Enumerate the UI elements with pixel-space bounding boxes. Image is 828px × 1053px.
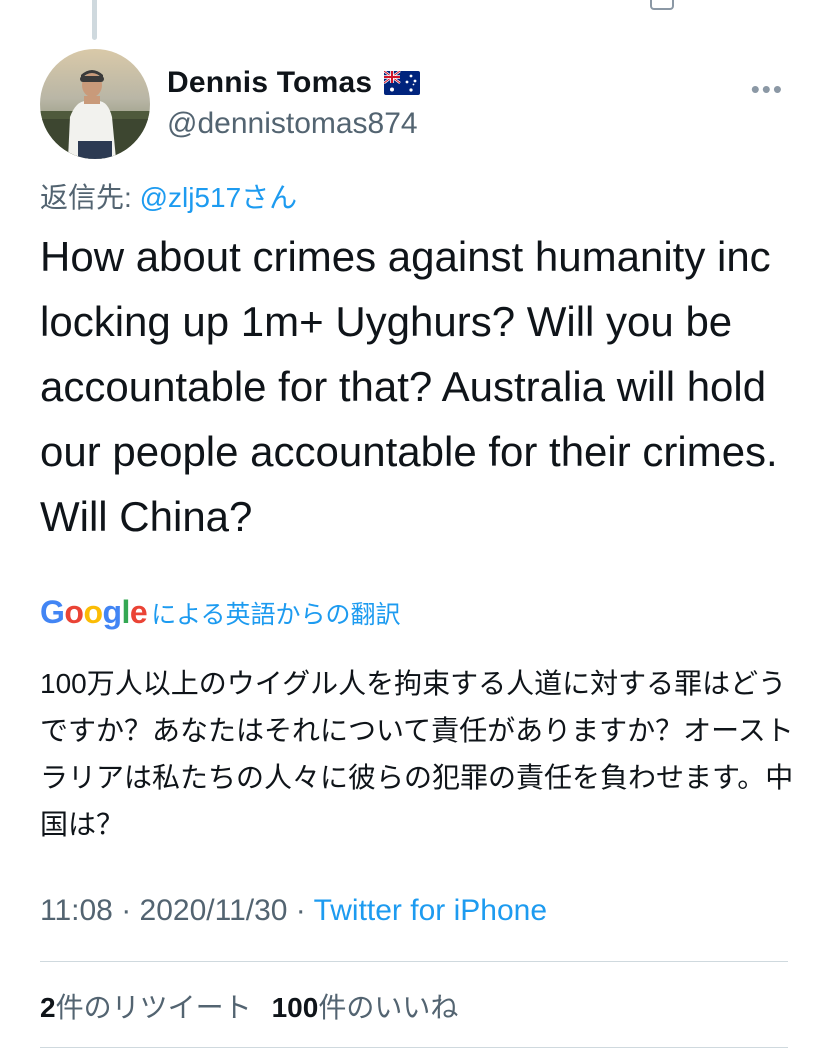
google-logo-letter: G (40, 594, 65, 630)
retweets-count: 2 (40, 992, 56, 1023)
divider (40, 1047, 788, 1048)
tweet-source-link[interactable]: Twitter for iPhone (314, 894, 547, 927)
reply-mention-link[interactable]: @zlj517さん (140, 182, 298, 213)
google-logo-letter: l (121, 594, 131, 630)
translation-label: による英語からの翻訳 (151, 600, 401, 629)
google-logo-letter: g (102, 594, 122, 630)
likes-stat[interactable]: 100件のいいね (272, 986, 459, 1026)
google-logo-letter: e (129, 594, 148, 630)
tweet-author[interactable]: Dennis Tomas @dennistomas874 (167, 66, 421, 141)
australia-flag-icon (384, 71, 421, 95)
translation-header: Google による英語からの翻訳 (40, 594, 400, 631)
more-horizontal-icon[interactable]: ••• (751, 74, 784, 105)
google-logo-letter: o (64, 594, 84, 630)
engagement-stats: 2件のリツイート 100件のいいね (40, 986, 458, 1026)
avatar[interactable] (40, 49, 150, 159)
author-display-name[interactable]: Dennis Tomas (167, 66, 372, 100)
retweets-stat[interactable]: 2件のリツイート (40, 986, 252, 1026)
retweets-label: 件のリツイート (55, 992, 252, 1023)
likes-label: 件のいいね (318, 992, 459, 1023)
likes-count: 100 (271, 992, 319, 1023)
divider (40, 961, 788, 962)
author-handle[interactable]: @dennistomas874 (167, 107, 420, 141)
google-logo-letter: o (83, 594, 103, 630)
meta-separator: · (287, 894, 314, 927)
avatar-photo (40, 49, 150, 159)
tweet-metadata: 11:08 · 2020/11/30 · Twitter for iPhone (40, 894, 547, 928)
google-logo: Google (40, 594, 148, 631)
reply-to-line: 返信先: @zlj517さん (40, 176, 297, 216)
tweet-date: 2020/11/30 (139, 894, 288, 927)
translated-text: 100万人以上のウイグル人を拘束する人道に対する罪はどうですか？あなたはそれにつ… (40, 668, 794, 840)
meta-separator: · (112, 894, 140, 927)
reply-to-prefix: 返信先: (40, 182, 140, 213)
share-icon[interactable] (650, 0, 674, 10)
tweet-text: How about crimes against humanity inc lo… (40, 233, 778, 540)
tweet-time: 11:08 (40, 894, 113, 927)
thread-connector-line (92, 0, 97, 40)
